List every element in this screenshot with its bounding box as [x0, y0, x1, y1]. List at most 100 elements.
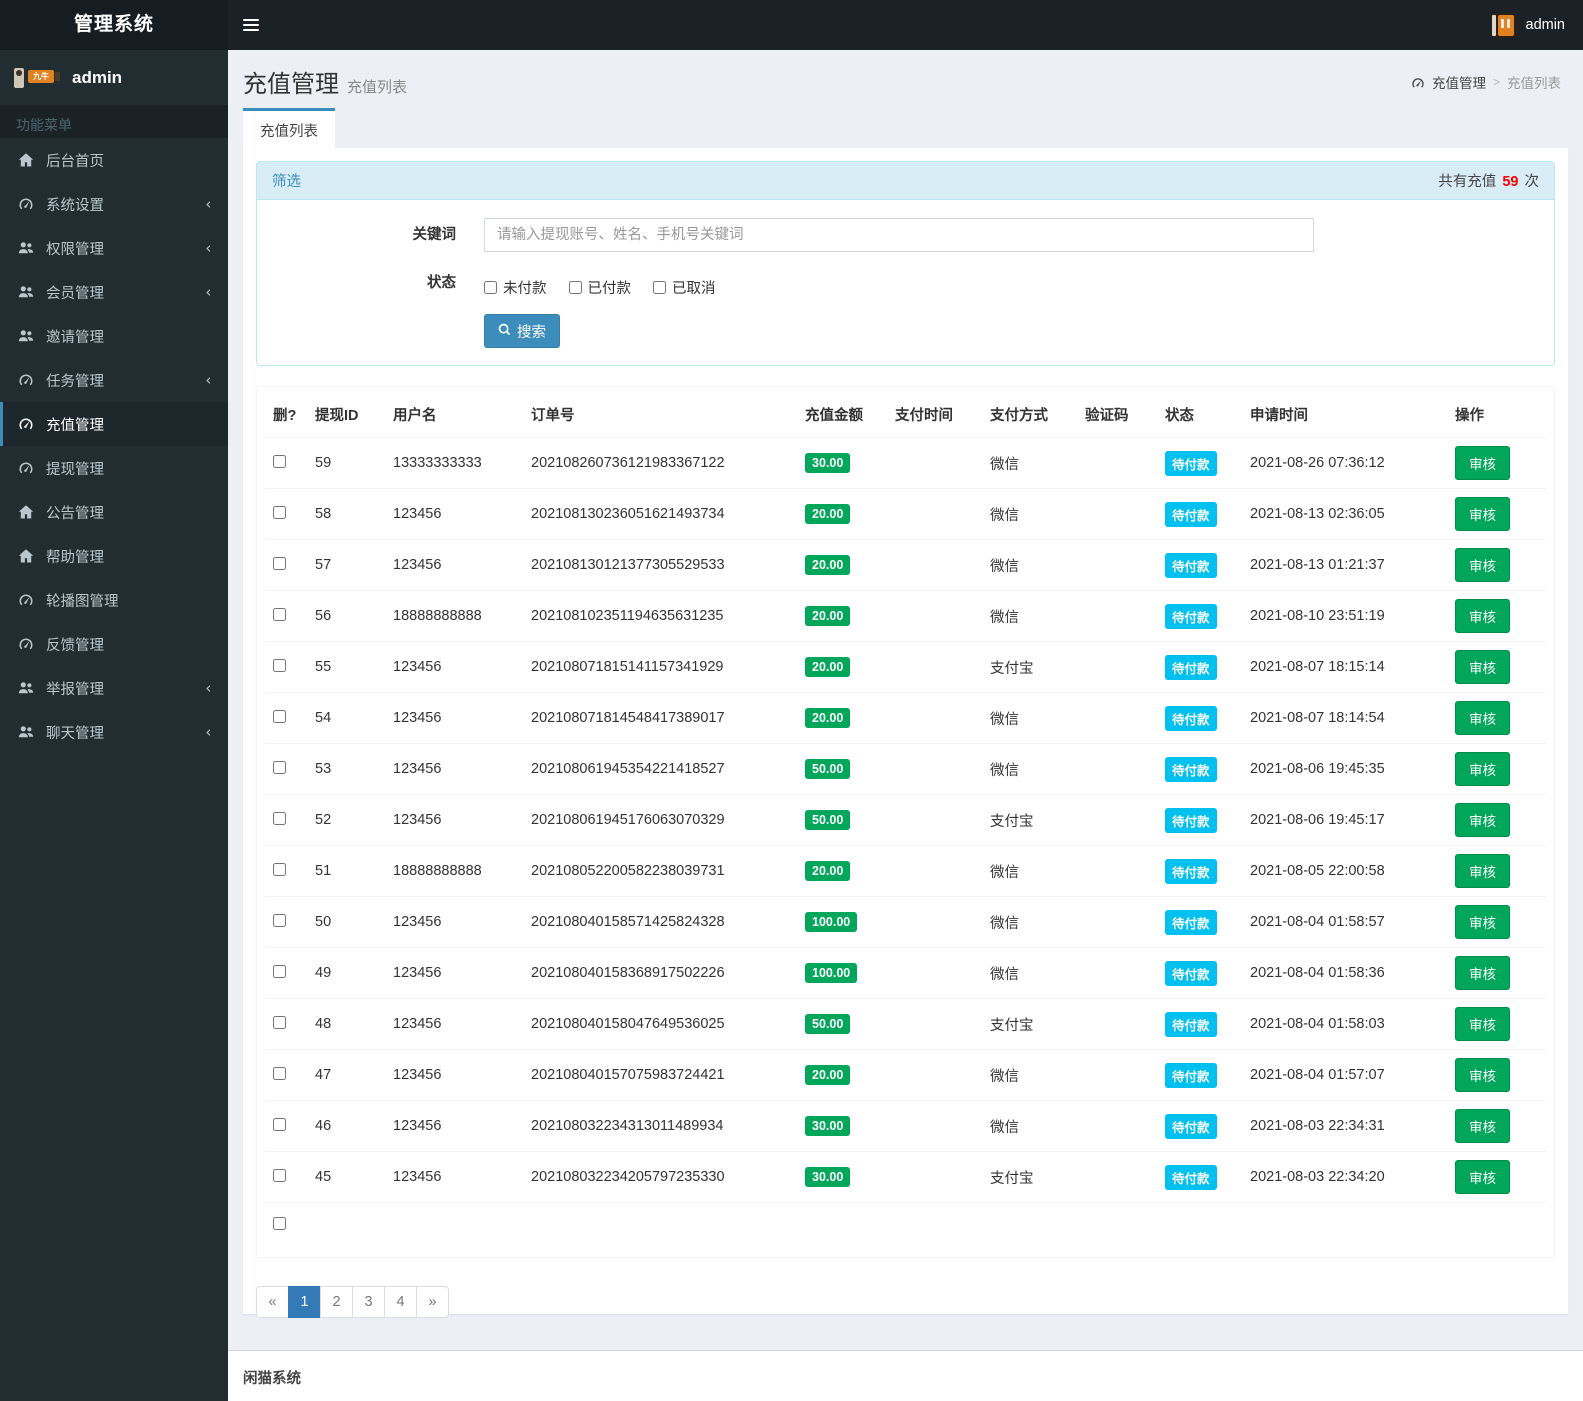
sidebar-item-report-mgmt[interactable]: 举报管理‹ [0, 666, 228, 710]
top-navbar: 管理系统 admin [0, 0, 1583, 50]
breadcrumb-item-recharge[interactable]: 充值管理 [1411, 72, 1486, 92]
cell-verify-code [1077, 438, 1157, 489]
cell-pay-method: 支付宝 [982, 1152, 1077, 1203]
cell-username: 123456 [385, 489, 523, 540]
navbar-user-menu[interactable]: admin [1473, 0, 1583, 50]
audit-button[interactable]: 审核 [1455, 905, 1510, 939]
row-checkbox[interactable] [273, 863, 286, 876]
table-row: 511888888888820210805220058223803973120.… [265, 846, 1546, 897]
audit-button[interactable]: 审核 [1455, 1007, 1510, 1041]
column-header: 提现ID [307, 392, 385, 438]
recharge-total-count: 59 [1500, 174, 1520, 190]
table-row: 5812345620210813023605162149373420.00微信待… [265, 489, 1546, 540]
breadcrumb-separator: > [1493, 75, 1500, 89]
audit-button[interactable]: 审核 [1455, 854, 1510, 888]
amount-badge: 100.00 [805, 912, 857, 932]
amount-badge: 30.00 [805, 1116, 850, 1136]
filter-panel-heading: 筛选 共有充值 59 次 [257, 162, 1554, 200]
cell-withdraw-id: 52 [307, 795, 385, 846]
row-checkbox[interactable] [273, 455, 286, 468]
filter-panel: 筛选 共有充值 59 次 关键词 状态 未付款已付款已取消 [256, 161, 1555, 366]
keyword-input[interactable] [484, 218, 1314, 252]
status-checkbox[interactable] [569, 281, 582, 294]
row-checkbox[interactable] [273, 1169, 286, 1182]
sidebar-item-task-mgmt[interactable]: 任务管理‹ [0, 358, 228, 402]
sidebar-item-member-mgmt[interactable]: 会员管理‹ [0, 270, 228, 314]
audit-button[interactable]: 审核 [1455, 446, 1510, 480]
page-title: 充值管理充值列表 [243, 64, 407, 99]
tab-recharge-list[interactable]: 充值列表 [243, 108, 335, 151]
row-checkbox[interactable] [273, 608, 286, 621]
audit-button[interactable]: 审核 [1455, 650, 1510, 684]
row-checkbox[interactable] [273, 914, 286, 927]
row-checkbox[interactable] [273, 1217, 286, 1230]
users-icon [18, 328, 37, 344]
page-footer: 闲猫系统 [228, 1350, 1583, 1401]
cell-order-no: 202108071814548417389017 [523, 693, 797, 744]
row-checkbox[interactable] [273, 1118, 286, 1131]
row-checkbox[interactable] [273, 1067, 286, 1080]
sidebar-item-dashboard-home[interactable]: 后台首页 [0, 138, 228, 182]
sidebar-item-recharge-mgmt[interactable]: 充值管理 [0, 402, 228, 446]
cell-verify-code [1077, 1050, 1157, 1101]
sidebar-item-label: 会员管理 [46, 282, 104, 303]
sidebar-item-carousel-mgmt[interactable]: 轮播图管理 [0, 578, 228, 622]
sidebar-item-withdraw-mgmt[interactable]: 提现管理 [0, 446, 228, 490]
audit-button[interactable]: 审核 [1455, 1160, 1510, 1194]
pagination-page-4[interactable]: 4 [384, 1286, 417, 1318]
sidebar-item-invite-mgmt[interactable]: 邀请管理 [0, 314, 228, 358]
pagination-next[interactable]: » [416, 1286, 449, 1318]
audit-button[interactable]: 审核 [1455, 1109, 1510, 1143]
row-checkbox[interactable] [273, 557, 286, 570]
cell-verify-code [1077, 540, 1157, 591]
sidebar-user-panel: 九牛 admin [0, 50, 228, 105]
status-option-label: 未付款 [503, 277, 547, 298]
recharge-table-box: 删?提现ID用户名订单号充值金额支付时间支付方式验证码状态申请时间操作 5913… [256, 386, 1555, 1258]
status-badge: 待付款 [1165, 706, 1217, 731]
row-checkbox[interactable] [273, 710, 286, 723]
status-checkbox[interactable] [484, 281, 497, 294]
audit-button[interactable]: 审核 [1455, 548, 1510, 582]
search-button[interactable]: 搜索 [484, 314, 560, 348]
audit-button[interactable]: 审核 [1455, 803, 1510, 837]
cell-apply-time: 2021-08-06 19:45:17 [1242, 795, 1447, 846]
row-checkbox[interactable] [273, 506, 286, 519]
sidebar-item-label: 公告管理 [46, 502, 104, 523]
status-option-1[interactable]: 未付款 [484, 277, 547, 298]
sidebar-item-chat-mgmt[interactable]: 聊天管理‹ [0, 710, 228, 754]
row-checkbox[interactable] [273, 1016, 286, 1029]
audit-button[interactable]: 审核 [1455, 701, 1510, 735]
status-badge: 待付款 [1165, 655, 1217, 680]
status-checkbox[interactable] [653, 281, 666, 294]
pagination-page-3[interactable]: 3 [352, 1286, 385, 1318]
audit-button[interactable]: 审核 [1455, 1058, 1510, 1092]
chevron-left-icon: ‹ [204, 195, 213, 213]
cell-apply-time: 2021-08-06 19:45:35 [1242, 744, 1447, 795]
table-header-row: 删?提现ID用户名订单号充值金额支付时间支付方式验证码状态申请时间操作 [265, 392, 1546, 438]
cell-username: 123456 [385, 897, 523, 948]
row-checkbox[interactable] [273, 965, 286, 978]
audit-button[interactable]: 审核 [1455, 497, 1510, 531]
pagination-prev[interactable]: « [256, 1286, 289, 1318]
audit-button[interactable]: 审核 [1455, 956, 1510, 990]
status-option-label: 已取消 [672, 277, 716, 298]
pagination-page-2[interactable]: 2 [320, 1286, 353, 1318]
row-checkbox[interactable] [273, 761, 286, 774]
audit-button[interactable]: 审核 [1455, 752, 1510, 786]
table-body: 591333333333320210826073612198336712230.… [265, 438, 1546, 1249]
row-checkbox[interactable] [273, 812, 286, 825]
sidebar-item-help-mgmt[interactable]: 帮助管理 [0, 534, 228, 578]
sidebar-item-feedback-mgmt[interactable]: 反馈管理 [0, 622, 228, 666]
sidebar-item-notice-mgmt[interactable]: 公告管理 [0, 490, 228, 534]
pagination-page-1[interactable]: 1 [288, 1286, 321, 1318]
audit-button[interactable]: 审核 [1455, 599, 1510, 633]
sidebar-item-system-settings[interactable]: 系统设置‹ [0, 182, 228, 226]
cell-pay-method: 微信 [982, 948, 1077, 999]
status-option-2[interactable]: 已付款 [569, 277, 632, 298]
status-option-3[interactable]: 已取消 [653, 277, 716, 298]
cell-apply-time: 2021-08-04 01:58:03 [1242, 999, 1447, 1050]
sidebar-item-permission-mgmt[interactable]: 权限管理‹ [0, 226, 228, 270]
cell-verify-code [1077, 1152, 1157, 1203]
row-checkbox[interactable] [273, 659, 286, 672]
sidebar-toggle-icon[interactable] [228, 0, 274, 50]
